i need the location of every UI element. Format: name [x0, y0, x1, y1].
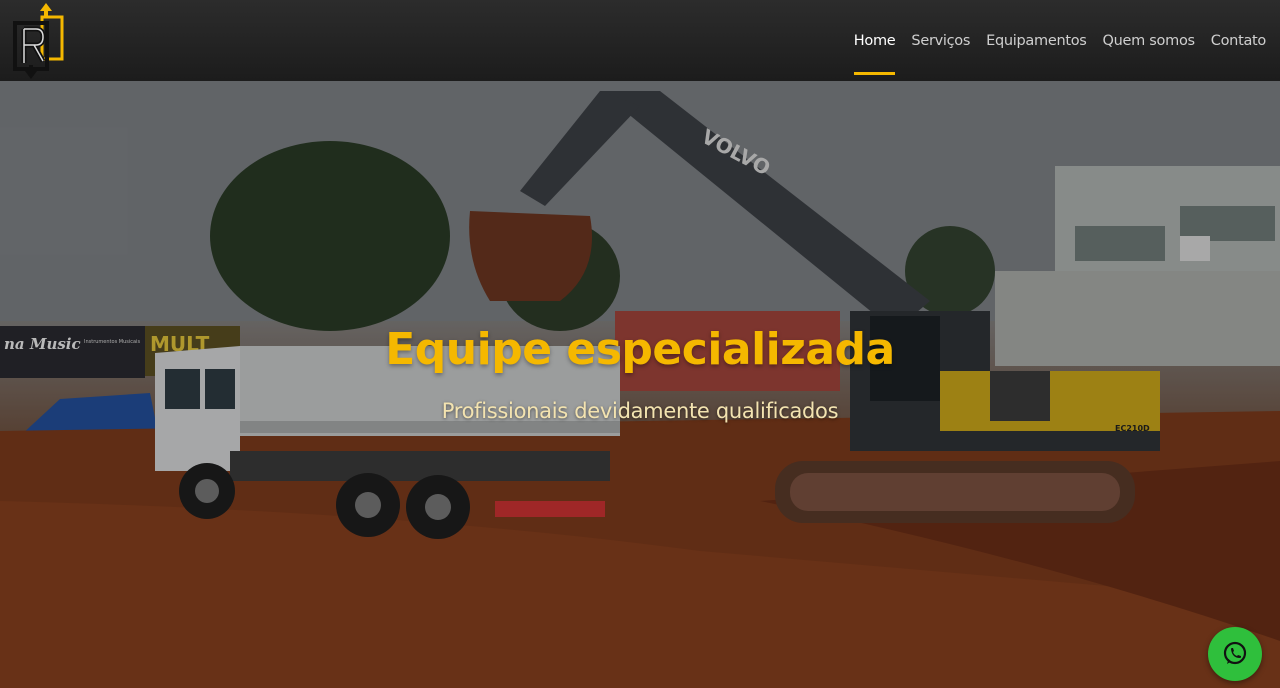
nav-item-servicos[interactable]: Serviços — [911, 27, 970, 55]
whatsapp-icon — [1223, 641, 1247, 665]
hero-overlay — [0, 81, 1280, 688]
nav-item-equipamentos[interactable]: Equipamentos — [986, 27, 1087, 55]
company-logo[interactable] — [12, 3, 66, 79]
main-nav: Home Serviços Equipamentos Quem somos Co… — [853, 0, 1267, 81]
nav-item-contato[interactable]: Contato — [1211, 27, 1267, 55]
nav-item-home[interactable]: Home — [853, 27, 896, 75]
hero-subtitle: Profissionais devidamente qualificados — [441, 399, 839, 423]
hero-banner: na Music Instrumentos Musicais MULT VOLV… — [0, 81, 1280, 688]
hero-title: Equipe especializada — [385, 324, 895, 375]
nav-item-quem-somos[interactable]: Quem somos — [1103, 27, 1196, 55]
whatsapp-button[interactable] — [1208, 627, 1262, 681]
company-logo-icon — [13, 3, 64, 79]
site-header: Home Serviços Equipamentos Quem somos Co… — [0, 0, 1280, 81]
